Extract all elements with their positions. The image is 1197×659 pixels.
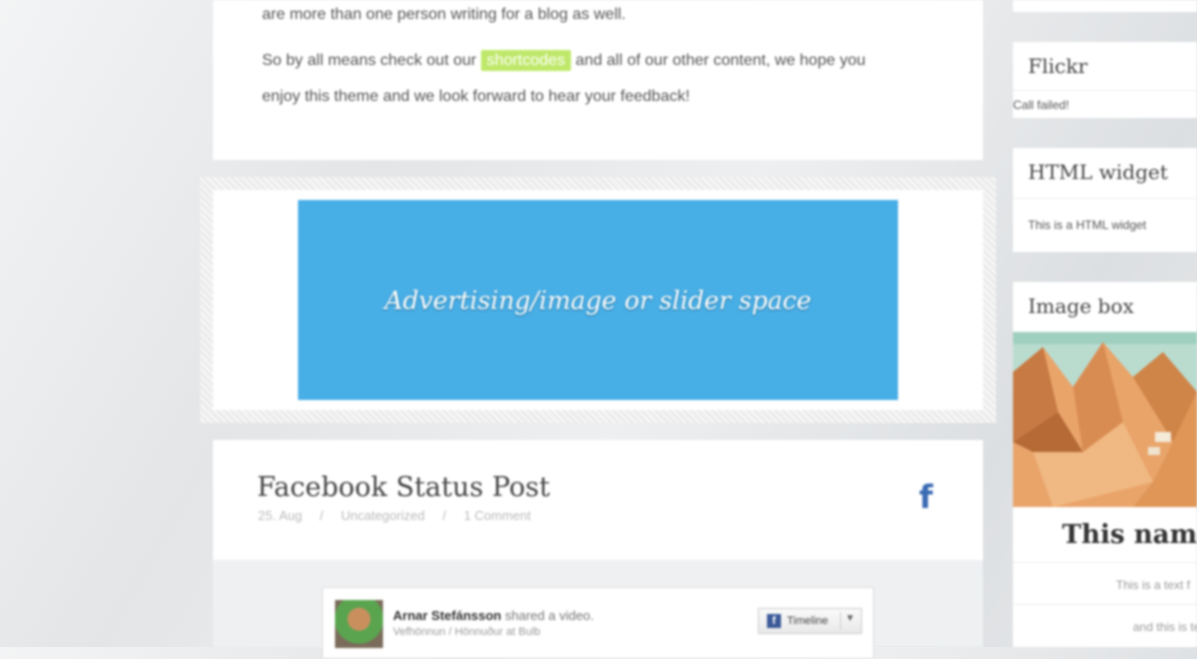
- facebook-icon: f: [919, 478, 933, 516]
- divider: [1013, 562, 1197, 563]
- post-date: 25. Aug: [258, 508, 303, 523]
- ad-container: Advertising/image or slider space: [213, 190, 983, 410]
- image-box-image[interactable]: [1013, 332, 1197, 507]
- html-widget: HTML widget This is a HTML widget: [1013, 148, 1197, 252]
- excerpt-text: So by all means check out our: [262, 52, 477, 69]
- ad-banner[interactable]: Advertising/image or slider space: [298, 200, 898, 400]
- facebook-square-icon: f: [767, 614, 781, 628]
- excerpt-text: and all of our other content, we hope yo…: [575, 52, 866, 69]
- excerpt-line-3: enjoy this theme and we look forward to …: [262, 88, 690, 105]
- timeline-label: Timeline: [787, 615, 829, 627]
- image-box-text: and this is te: [1133, 620, 1197, 634]
- embed-headline: Arnar Stefánsson shared a video.: [393, 608, 594, 623]
- widget-title: HTML widget: [1028, 160, 1168, 184]
- facebook-embed: Arnar Stefánsson shared a video. Vefhönn…: [322, 587, 874, 659]
- chevron-down-icon[interactable]: ▼: [845, 613, 855, 624]
- image-box-widget: Image box This name This is a text f and…: [1013, 282, 1197, 647]
- shortcodes-link[interactable]: shortcodes: [480, 50, 572, 71]
- button-divider: [840, 612, 841, 630]
- excerpt-line-1: are more than one person writing for a b…: [262, 6, 626, 23]
- excerpt-line-2: So by all means check out our shortcodes…: [262, 43, 866, 79]
- flickr-status: Call failed!: [1013, 98, 1070, 112]
- image-box-caption: This name: [1062, 520, 1197, 550]
- post-comments-link[interactable]: 1 Comment: [464, 508, 531, 523]
- html-widget-text: This is a HTML widget: [1028, 218, 1147, 232]
- post-header: Facebook Status Post 25. Aug / Uncategor…: [213, 440, 983, 561]
- divider: [1013, 198, 1197, 199]
- post-body: Arnar Stefánsson shared a video. Vefhönn…: [213, 560, 983, 659]
- image-box-text: This is a text f: [1116, 578, 1191, 592]
- post-category-link[interactable]: Uncategorized: [341, 508, 425, 523]
- ad-frame: Advertising/image or slider space: [200, 177, 996, 423]
- timeline-button[interactable]: f Timeline ▼: [758, 608, 862, 634]
- post-title[interactable]: Facebook Status Post: [257, 472, 550, 503]
- flickr-widget: Flickr Call failed!: [1013, 42, 1197, 118]
- embed-author-link[interactable]: Arnar Stefánsson: [393, 608, 501, 623]
- post-meta: 25. Aug / Uncategorized / 1 Comment: [258, 508, 545, 523]
- meta-separator: /: [442, 508, 447, 523]
- sidebar-widget-partial: [1013, 0, 1197, 12]
- meta-separator: /: [319, 508, 324, 523]
- embed-subtitle: Vefhönnun / Hönnuður at Bulb: [393, 626, 541, 638]
- widget-title: Image box: [1028, 294, 1134, 318]
- divider: [1013, 90, 1197, 91]
- widget-title: Flickr: [1028, 54, 1088, 78]
- divider: [1013, 604, 1197, 605]
- embed-action: shared a video.: [505, 608, 594, 623]
- ad-text: Advertising/image or slider space: [384, 285, 812, 315]
- avatar[interactable]: [335, 600, 383, 648]
- post-excerpt-card: are more than one person writing for a b…: [213, 0, 983, 160]
- facebook-status-post: Facebook Status Post 25. Aug / Uncategor…: [213, 440, 983, 659]
